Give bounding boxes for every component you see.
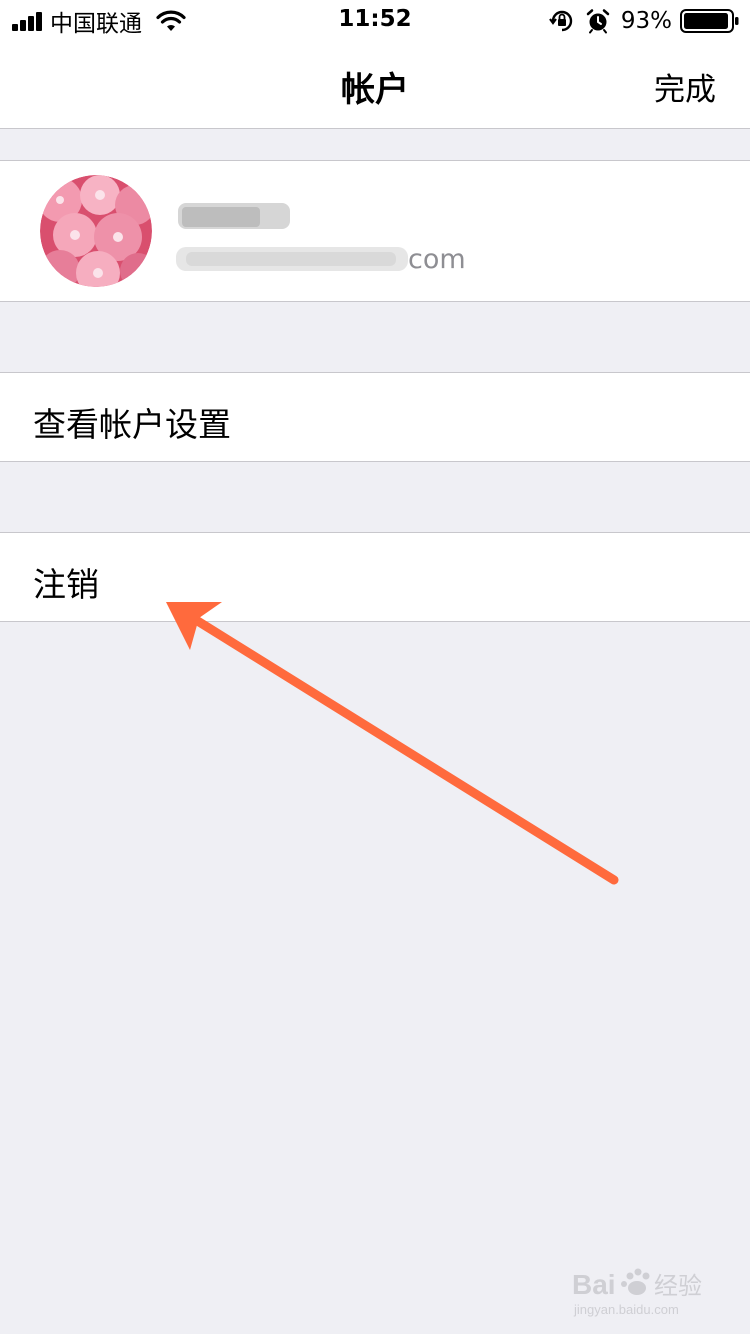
status-bar: 中国联通 11:52 93% (0, 0, 750, 40)
orientation-lock-icon (548, 10, 573, 32)
account-email-suffix: com (408, 243, 466, 275)
account-email: com (176, 241, 466, 277)
baidu-watermark-logo: Bai 经验 jingyan.baidu.com (572, 1268, 702, 1317)
navigation-bar: 帐户 完成 (0, 40, 750, 129)
status-right: 93% (548, 7, 740, 35)
view-account-settings-cell[interactable]: 查看帐户设置 (0, 372, 750, 462)
logout-cell[interactable]: 注销 (0, 532, 750, 622)
svg-text:jingyan.baidu.com: jingyan.baidu.com (573, 1302, 679, 1317)
svg-text:经验: 经验 (654, 1272, 702, 1300)
view-account-settings-label: 查看帐户设置 (33, 405, 231, 444)
svg-text:Bai: Bai (572, 1269, 616, 1300)
battery-percent: 93% (620, 8, 672, 34)
account-email-redacted (176, 247, 408, 271)
avatar (40, 175, 152, 287)
account-name-redacted (178, 203, 290, 229)
done-button[interactable]: 完成 (654, 64, 716, 109)
page-title: 帐户 (341, 70, 409, 110)
account-summary-cell[interactable]: com (0, 160, 750, 302)
battery-icon (680, 9, 739, 33)
logout-label: 注销 (33, 565, 99, 604)
alarm-icon (586, 9, 610, 34)
